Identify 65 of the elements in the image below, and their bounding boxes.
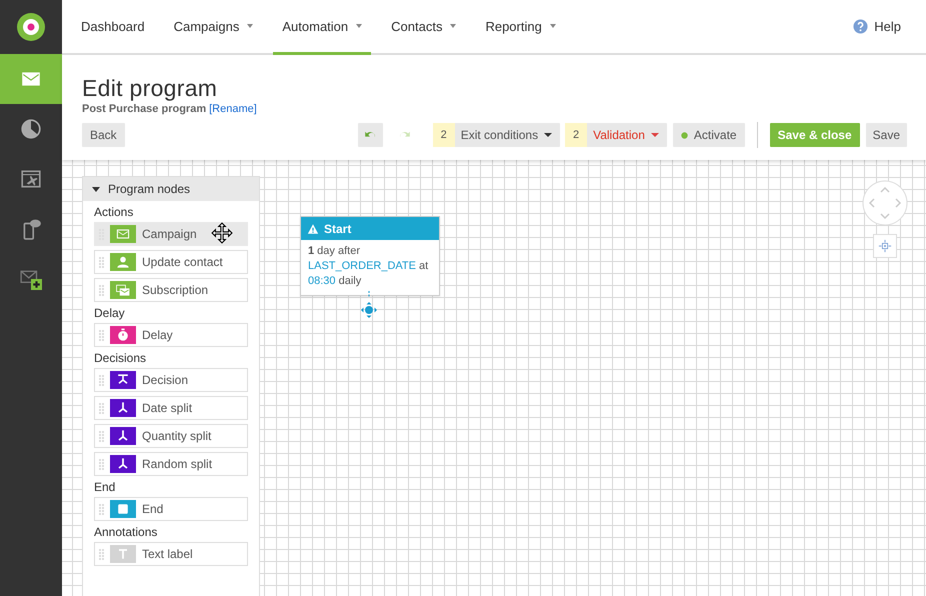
caret-icon — [92, 186, 100, 192]
stopwatch-icon — [115, 327, 131, 343]
connector-handle-icon — [359, 291, 379, 319]
grip-icon — [99, 374, 104, 386]
person-icon — [115, 254, 131, 270]
mail-plus-icon — [20, 268, 42, 290]
grip-icon — [99, 256, 104, 268]
palette-node[interactable]: End — [94, 497, 248, 521]
back-button[interactable]: Back — [82, 123, 125, 147]
center-button[interactable] — [873, 234, 897, 258]
nav-tab[interactable]: Campaigns — [164, 0, 262, 55]
program-name: Post Purchase program — [82, 103, 206, 115]
rename-link[interactable]: [Rename] — [209, 103, 257, 115]
help-link[interactable]: Help — [853, 19, 901, 34]
node-description: 1 day after LAST_ORDER_DATE at 08:30 daily — [307, 244, 430, 289]
undo-button[interactable] — [358, 123, 383, 147]
grip-icon — [99, 284, 104, 296]
palette-node[interactable]: Subscription — [94, 278, 248, 302]
page-title: Edit program — [82, 75, 218, 101]
count-label: 2 — [565, 123, 588, 147]
grip-icon — [99, 402, 104, 414]
palette-node[interactable]: Decision — [94, 368, 248, 392]
save-button[interactable]: Save — [866, 123, 907, 147]
airplane-window-icon — [20, 168, 42, 190]
palette-node[interactable]: Update contact — [94, 250, 248, 274]
nav-tab[interactable]: Reporting — [476, 0, 565, 55]
activate-button[interactable]: Activate — [672, 123, 745, 147]
palette-node[interactable]: Delay — [94, 323, 248, 347]
target-icon — [878, 239, 892, 253]
palette-header[interactable]: Program nodes — [83, 177, 259, 201]
pan-control-icon — [862, 180, 908, 226]
group-heading: Actions — [94, 205, 134, 219]
palette-node[interactable]: Quantity split — [94, 424, 248, 448]
palette-node[interactable]: Date split — [94, 396, 248, 420]
grip-icon — [99, 548, 104, 560]
warning-icon — [307, 222, 319, 234]
sidebar-item[interactable] — [0, 54, 62, 104]
palette-node[interactable]: Campaign — [94, 222, 248, 246]
pie-chart-icon — [20, 118, 42, 140]
node-title: Start — [324, 222, 352, 236]
nav-tab[interactable]: Dashboard — [72, 0, 154, 55]
grip-icon — [99, 430, 104, 442]
square-icon — [115, 501, 131, 517]
grip-icon — [99, 458, 104, 470]
start-node[interactable]: Start 1 day after LAST_ORDER_DATE at 08:30 daily — [300, 216, 440, 296]
envelopes-icon — [115, 282, 131, 298]
caret-icon — [544, 133, 552, 137]
count-label: 2 — [432, 123, 455, 147]
palette-node[interactable]: Random split — [94, 452, 248, 476]
validation-button[interactable]: 2 Validation — [565, 123, 667, 147]
nav-tab[interactable]: Contacts — [382, 0, 466, 55]
exit-conditions-button[interactable]: 2 Exit conditions — [432, 123, 560, 147]
caret-icon — [650, 133, 659, 137]
palette-node[interactable]: Text label — [94, 542, 248, 566]
grip-icon — [99, 330, 104, 340]
logo-icon[interactable] — [16, 12, 46, 42]
status-dot-icon — [680, 132, 688, 138]
grip-icon — [99, 504, 104, 514]
group-heading: Delay — [94, 306, 126, 320]
group-heading: End — [94, 480, 116, 494]
group-heading: Decisions — [94, 351, 148, 365]
palette-title: Program nodes — [108, 182, 190, 196]
help-icon — [853, 19, 868, 34]
move-cursor-icon — [211, 222, 233, 244]
group-heading: Annotations — [94, 525, 158, 539]
